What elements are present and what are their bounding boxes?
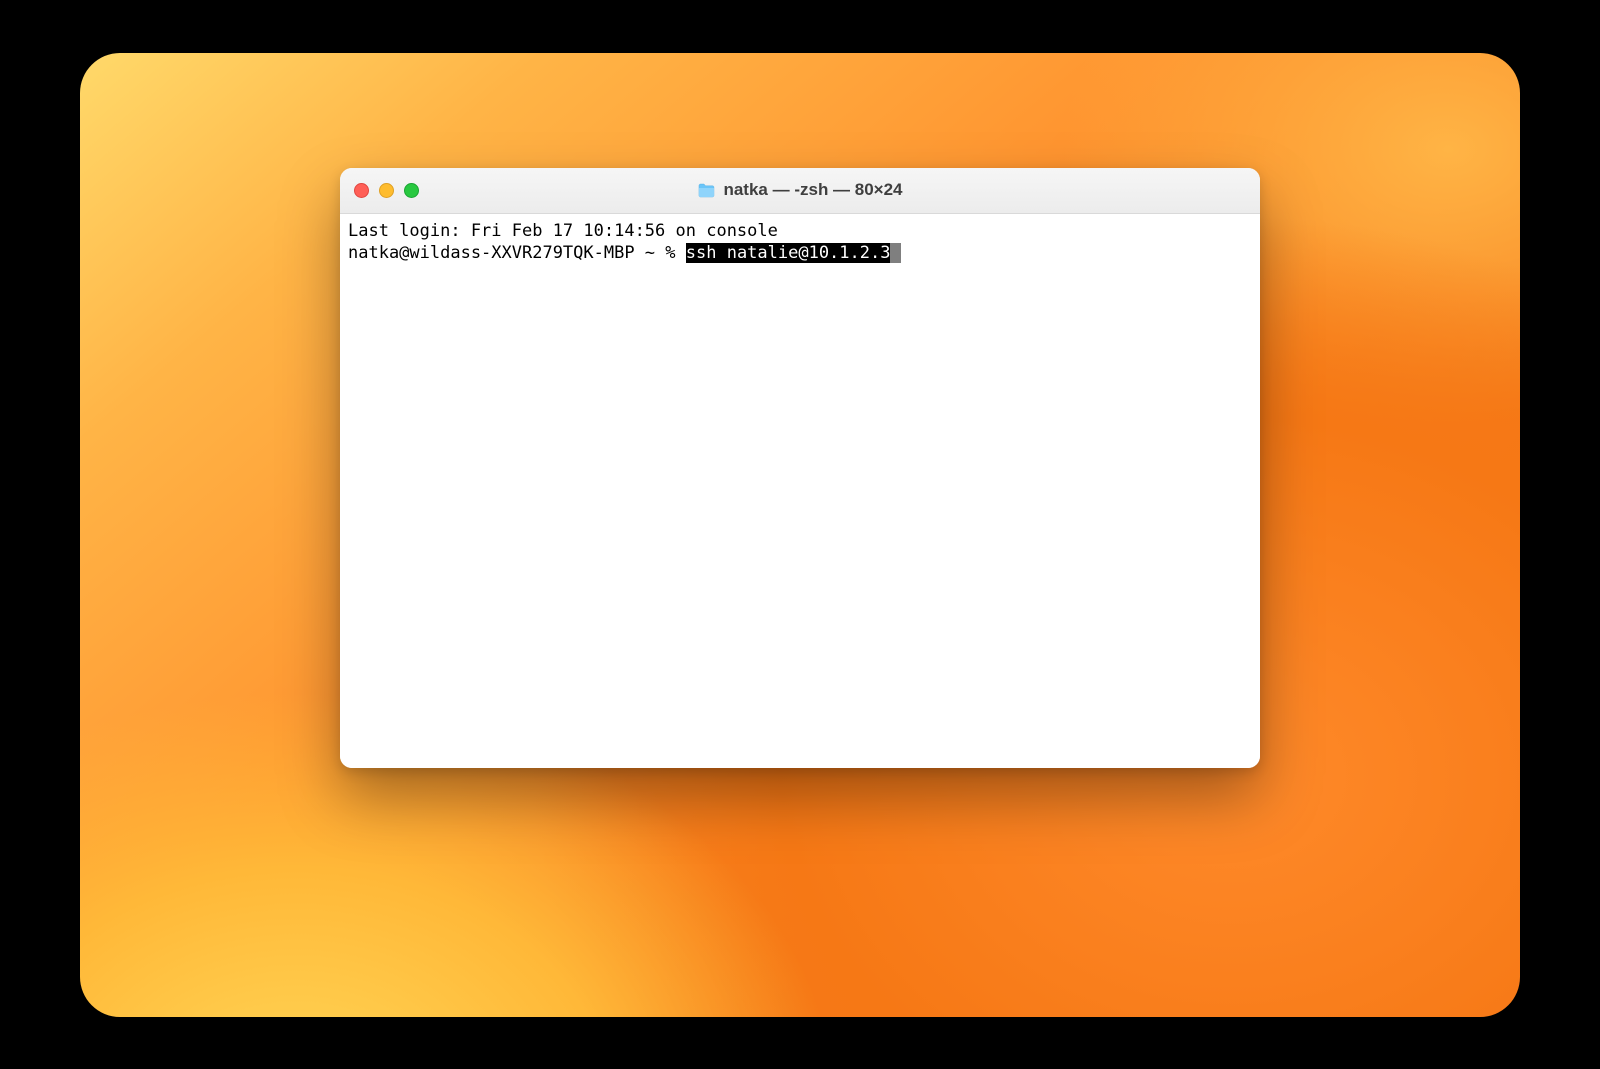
close-button[interactable] [354, 183, 369, 198]
traffic-lights [354, 183, 419, 198]
window-title: natka — -zsh — 80×24 [723, 180, 902, 200]
window-title-group: natka — -zsh — 80×24 [697, 180, 902, 200]
terminal-body[interactable]: Last login: Fri Feb 17 10:14:56 on conso… [340, 214, 1260, 768]
shell-prompt: natka@wildass-XXVR279TQK-MBP ~ % [348, 243, 686, 263]
prompt-line: natka@wildass-XXVR279TQK-MBP ~ % ssh nat… [348, 242, 1252, 264]
window-titlebar[interactable]: natka — -zsh — 80×24 [340, 168, 1260, 214]
terminal-cursor [890, 243, 900, 263]
desktop-wallpaper: natka — -zsh — 80×24 Last login: Fri Feb… [80, 53, 1520, 1017]
folder-icon [697, 183, 715, 198]
command-input-selected[interactable]: ssh natalie@10.1.2.3 [686, 243, 891, 263]
last-login-line: Last login: Fri Feb 17 10:14:56 on conso… [348, 220, 1252, 242]
minimize-button[interactable] [379, 183, 394, 198]
terminal-window: natka — -zsh — 80×24 Last login: Fri Feb… [340, 168, 1260, 768]
zoom-button[interactable] [404, 183, 419, 198]
